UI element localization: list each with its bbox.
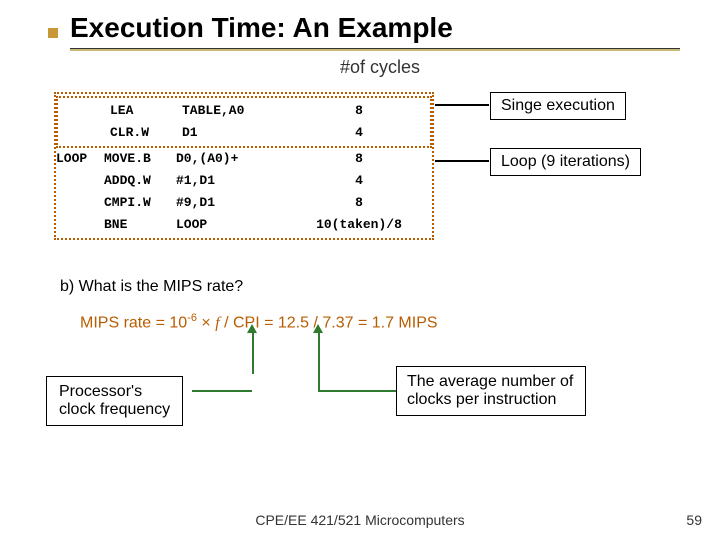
callout-single: Singe execution: [490, 92, 626, 120]
code-row: LOOP MOVE.B D0,(A0)+ 8: [56, 148, 432, 170]
page-number: 59: [686, 512, 702, 528]
eq-exp: -6: [187, 312, 197, 324]
op-col: LEA: [110, 100, 182, 122]
code-row: LEA TABLE,A0 8: [62, 100, 426, 122]
eq-mid2: / CPI = 12.5 / 7.37 =: [220, 314, 372, 331]
op-col: CMPI.W: [104, 192, 176, 214]
code-row: CMPI.W #9,D1 8: [56, 192, 432, 214]
arrow-head-icon: [313, 324, 323, 333]
args-col: #1,D1: [176, 170, 286, 192]
arrow-horiz: [192, 390, 252, 392]
box-left-line1: Processor's: [59, 383, 170, 401]
op-col: ADDQ.W: [104, 170, 176, 192]
cycles-col: 8: [286, 192, 432, 214]
cycles-col: 8: [286, 148, 432, 170]
eq-lhs: MIPS rate = 10: [80, 314, 187, 331]
code-row: BNE LOOP 10(taken)/8: [56, 214, 432, 236]
label-col: [56, 214, 104, 236]
label-col: [62, 100, 110, 122]
label-col: [56, 192, 104, 214]
arrow-head-icon: [247, 324, 257, 333]
question-text: b) What is the MIPS rate?: [60, 278, 243, 296]
op-col: MOVE.B: [104, 148, 176, 170]
title-underline: [70, 48, 680, 51]
args-col: D0,(A0)+: [176, 148, 286, 170]
connector-line: [435, 104, 489, 106]
code-listing: LEA TABLE,A0 8 CLR.W D1 4 LOOP MOVE.B D0…: [54, 94, 434, 240]
box-avg-clocks: The average number of clocks per instruc…: [396, 366, 586, 416]
label-col: LOOP: [56, 148, 104, 170]
arrow-line: [252, 330, 254, 374]
cycles-col: 4: [286, 170, 432, 192]
arrow-line: [318, 330, 320, 390]
label-col: [56, 170, 104, 192]
cycles-label: #of cycles: [0, 57, 720, 78]
args-col: #9,D1: [176, 192, 286, 214]
cycles-col: 10(taken)/8: [286, 214, 432, 236]
footer-text: CPE/EE 421/521 Microcomputers: [0, 512, 720, 528]
op-col: BNE: [104, 214, 176, 236]
args-col: TABLE,A0: [182, 100, 292, 122]
cycles-col: 4: [292, 122, 426, 144]
bullet-decor: [48, 28, 58, 38]
box-left-line2: clock frequency: [59, 401, 170, 419]
eq-ans: 1.7 MIPS: [372, 314, 438, 331]
single-exec-box: LEA TABLE,A0 8 CLR.W D1 4: [56, 96, 432, 148]
cycles-col: 8: [292, 100, 426, 122]
connector-line: [435, 160, 489, 162]
args-col: D1: [182, 122, 292, 144]
label-col: [62, 122, 110, 144]
arrow-horiz: [318, 390, 396, 392]
op-col: CLR.W: [110, 122, 182, 144]
loop-outer-box: LEA TABLE,A0 8 CLR.W D1 4 LOOP MOVE.B D0…: [54, 92, 434, 240]
eq-mid1: ×: [197, 314, 215, 331]
args-col: LOOP: [176, 214, 286, 236]
page-title: Execution Time: An Example: [0, 0, 720, 48]
box-clock-frequency: Processor's clock frequency: [46, 376, 183, 426]
code-row: CLR.W D1 4: [62, 122, 426, 144]
mips-equation: MIPS rate = 10-6 × f / CPI = 12.5 / 7.37…: [80, 312, 438, 332]
callout-loop: Loop (9 iterations): [490, 148, 641, 176]
code-row: ADDQ.W #1,D1 4: [56, 170, 432, 192]
